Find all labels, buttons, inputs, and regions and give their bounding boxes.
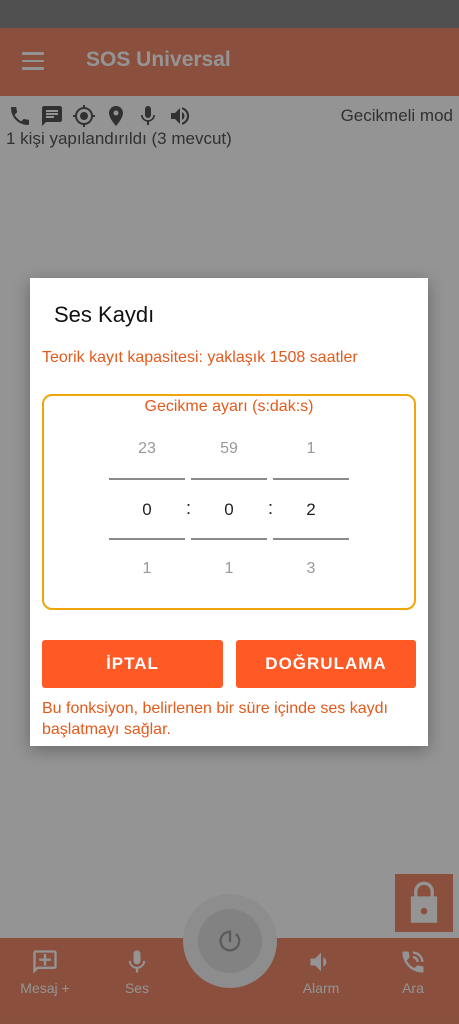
seconds-picker[interactable]: 1 2 3 <box>273 424 349 594</box>
info-text: Bu fonksiyon, belirlenen bir süre içinde… <box>42 700 388 738</box>
hours-value[interactable]: 0 <box>109 500 185 520</box>
picker-divider <box>191 478 267 480</box>
picker-divider <box>109 478 185 480</box>
seconds-next[interactable]: 3 <box>273 560 349 578</box>
delay-picker: Gecikme ayarı (s:dak:s) 23 0 1 : 59 0 1 … <box>42 394 416 610</box>
picker-divider <box>273 478 349 480</box>
seconds-prev[interactable]: 1 <box>273 440 349 458</box>
hours-next[interactable]: 1 <box>109 560 185 578</box>
hours-picker[interactable]: 23 0 1 <box>109 424 185 594</box>
minutes-value[interactable]: 0 <box>191 500 267 520</box>
picker-divider <box>191 538 267 540</box>
cancel-button[interactable]: İPTAL <box>42 640 223 688</box>
capacity-text: Teorik kayıt kapasitesi: yaklaşık 1508 s… <box>42 349 358 366</box>
minutes-next[interactable]: 1 <box>191 560 267 578</box>
seconds-value[interactable]: 2 <box>273 500 349 520</box>
confirm-button[interactable]: DOĞRULAMA <box>236 640 416 688</box>
dialog-title: Ses Kaydı <box>54 302 155 327</box>
minutes-picker[interactable]: 59 0 1 <box>191 424 267 594</box>
hours-prev[interactable]: 23 <box>109 440 185 458</box>
delay-caption: Gecikme ayarı (s:dak:s) <box>144 398 314 415</box>
voice-record-dialog: Ses Kaydı Teorik kayıt kapasitesi: yakla… <box>30 278 428 746</box>
picker-divider <box>273 538 349 540</box>
picker-divider <box>109 538 185 540</box>
minutes-prev[interactable]: 59 <box>191 440 267 458</box>
